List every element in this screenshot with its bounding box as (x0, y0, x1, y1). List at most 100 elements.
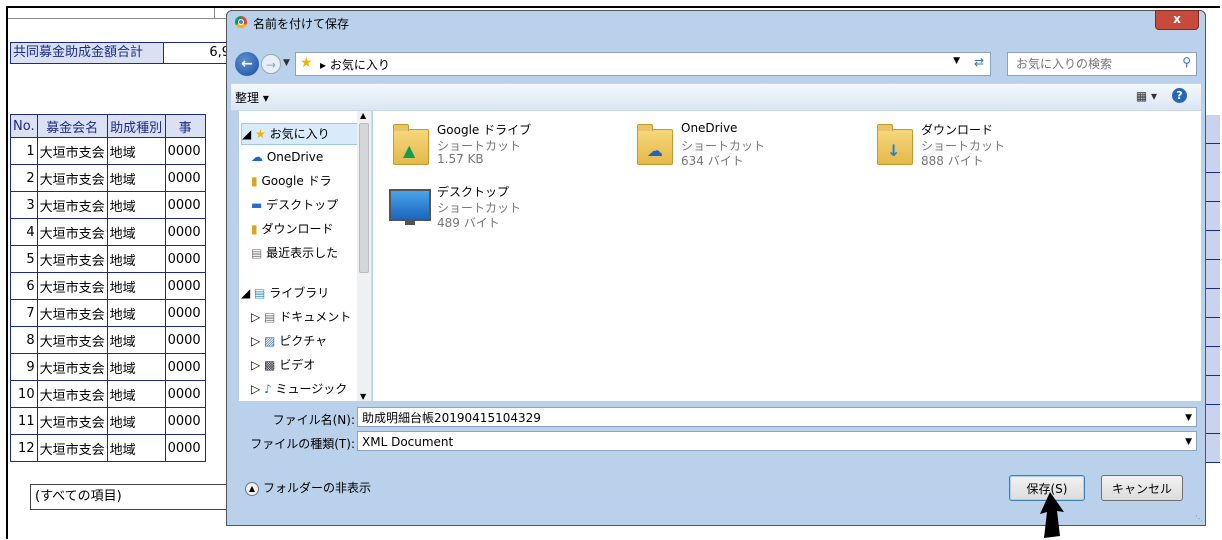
row-code: 0000 (164, 353, 206, 381)
row-code: 0000 (164, 164, 206, 192)
save-as-dialog: 名前を付けて保存 x ← → ▼ ★ ▸ お気に入り ▼ ⇄ ⚲ 整理 ▾ ▦ … (226, 10, 1206, 526)
address-dropdown-icon[interactable]: ▼ (953, 56, 960, 66)
video-icon: ▩ (264, 358, 276, 372)
scroll-thumb[interactable] (359, 123, 369, 273)
row-no: 2 (10, 164, 38, 192)
filter-dropdown[interactable]: (すべての項目) (30, 484, 232, 510)
nav-downloads[interactable]: ▮ ダウンロード (251, 219, 333, 239)
table-row[interactable]: 11 大垣市支会 地域 0000 (10, 407, 206, 435)
google-drive-folder-icon: ▲ (389, 123, 429, 167)
row-code: 0000 (164, 299, 206, 327)
nav-videos[interactable]: ▷ ▩ ビデオ (251, 355, 315, 375)
col-name[interactable]: 募金会名 (36, 114, 108, 138)
history-dropdown-icon[interactable]: ▼ (283, 58, 290, 68)
nav-onedrive[interactable]: ☁ OneDrive (251, 147, 323, 167)
chevron-down-icon[interactable]: ▼ (1185, 408, 1192, 428)
file-size: 634 バイト (681, 154, 744, 168)
table-row[interactable]: 6 大垣市支会 地域 0000 (10, 272, 206, 300)
nav-documents[interactable]: ▷ ▤ ドキュメント (251, 307, 351, 327)
address-bar[interactable]: ★ ▸ お気に入り ▼ ⇄ (295, 52, 991, 76)
dialog-title: 名前を付けて保存 (253, 17, 350, 31)
cloud-icon: ☁ (251, 150, 263, 164)
search-icon[interactable]: ⚲ (1182, 55, 1191, 69)
table-row[interactable]: 2 大垣市支会 地域 0000 (10, 164, 206, 192)
refresh-icon[interactable]: ⇄ (974, 55, 984, 69)
scroll-down-icon[interactable]: ▼ (360, 392, 366, 401)
row-name: 大垣市支会 (36, 380, 108, 408)
row-name: 大垣市支会 (36, 191, 108, 219)
nav-favorites[interactable]: ◢ ★ お気に入り (241, 123, 361, 145)
view-options-icon[interactable]: ▦ ▾ (1136, 89, 1157, 103)
file-item[interactable]: ▲ Google ドライブ ショートカット 1.57 KB (389, 121, 609, 173)
table-row[interactable]: 7 大垣市支会 地域 0000 (10, 299, 206, 327)
organize-menu[interactable]: 整理 ▾ (235, 89, 269, 106)
row-type: 地域 (106, 218, 166, 246)
row-no: 4 (10, 218, 38, 246)
nav-desktop[interactable]: ▬ デスクトップ (251, 195, 338, 215)
col-code[interactable]: 事 (164, 114, 206, 138)
scroll-up-icon[interactable]: ▲ (360, 111, 366, 120)
filetype-select[interactable]: XML Document ▼ (357, 431, 1197, 451)
table-row[interactable]: 4 大垣市支会 地域 0000 (10, 218, 206, 246)
help-icon[interactable]: ? (1172, 88, 1187, 103)
nav-google-drive[interactable]: ▮ Google ドラ (251, 171, 332, 191)
nav-label: ドキュメント (279, 310, 352, 324)
row-no: 9 (10, 353, 38, 381)
back-arrow-icon[interactable]: ← (235, 52, 259, 76)
file-name: Google ドライブ (437, 123, 532, 137)
chevron-down-icon[interactable]: ▼ (1185, 432, 1192, 452)
row-code: 0000 (164, 380, 206, 408)
nav-recent[interactable]: ▤ 最近表示した (251, 243, 338, 263)
file-item[interactable]: デスクトップ ショートカット 489 バイト (389, 183, 609, 235)
table-row[interactable]: 8 大垣市支会 地域 0000 (10, 326, 206, 354)
file-item[interactable]: ↓ ダウンロード ショートカット 888 バイト (873, 121, 1093, 173)
breadcrumb-favorites[interactable]: お気に入り (330, 58, 390, 72)
dialog-titlebar[interactable]: 名前を付けて保存 x (227, 10, 1205, 33)
cancel-button[interactable]: キャンセル (1101, 475, 1183, 501)
nav-music[interactable]: ▷ ♪ ミュージック (251, 379, 347, 399)
row-name: 大垣市支会 (36, 164, 108, 192)
row-type: 地域 (106, 353, 166, 381)
file-item[interactable]: ☁ OneDrive ショートカット 634 バイト (633, 121, 853, 173)
filename-label: ファイル名(N): (272, 413, 355, 427)
table-row[interactable]: 9 大垣市支会 地域 0000 (10, 353, 206, 381)
table-row[interactable]: 1 大垣市支会 地域 0000 (10, 137, 206, 165)
col-no[interactable]: No. (10, 114, 38, 138)
nav-label: デスクトップ (266, 198, 339, 212)
nav-label: ビデオ (279, 358, 316, 372)
grant-table: No. 募金会名 助成種別 事 1 大垣市支会 地域 0000 2 大垣市支会 地域 000… (10, 114, 206, 462)
nav-libraries[interactable]: ◢ ▤ ライブラリ (241, 283, 329, 303)
table-row[interactable]: 10 大垣市支会 地域 0000 (10, 380, 206, 408)
folder-icon: ▮ (251, 174, 258, 188)
row-no: 8 (10, 326, 38, 354)
download-folder-icon: ▮ (251, 222, 258, 236)
filetype-row: ファイルの種類(T): XML Document ▼ (233, 431, 1201, 453)
row-name: 大垣市支会 (36, 218, 108, 246)
row-name: 大垣市支会 (36, 245, 108, 273)
onedrive-folder-icon: ☁ (633, 123, 673, 167)
forward-arrow-icon[interactable]: → (261, 54, 281, 74)
search-box[interactable]: ⚲ (1007, 52, 1197, 76)
table-row[interactable]: 5 大垣市支会 地域 0000 (10, 245, 206, 273)
address-row: ← → ▼ ★ ▸ お気に入り ▼ ⇄ ⚲ (233, 51, 1199, 79)
row-code: 0000 (164, 245, 206, 273)
filename-input[interactable]: 助成明細台帳20190415104329 ▼ (357, 407, 1197, 427)
col-type[interactable]: 助成種別 (106, 114, 166, 138)
close-button[interactable]: x (1155, 10, 1199, 30)
breadcrumb[interactable]: ▸ お気に入り (320, 56, 390, 73)
file-name: ダウンロード (921, 123, 994, 137)
download-folder-icon: ↓ (873, 123, 913, 167)
hide-folders-toggle[interactable]: ▲ フォルダーの非表示 (245, 479, 371, 496)
resize-grip-icon[interactable]: ⋱ (1195, 514, 1203, 523)
table-row[interactable]: 12 大垣市支会 地域 0000 (10, 434, 206, 462)
nav-pictures[interactable]: ▷ ▨ ピクチャ (251, 331, 327, 351)
row-code: 0000 (164, 218, 206, 246)
row-code: 0000 (164, 137, 206, 165)
nav-scrollbar[interactable]: ▲ ▼ (357, 111, 371, 401)
row-no: 1 (10, 137, 38, 165)
desktop-icon (389, 185, 431, 229)
table-row[interactable]: 3 大垣市支会 地域 0000 (10, 191, 206, 219)
filetype-label: ファイルの種類(T): (250, 437, 355, 451)
search-input[interactable] (1014, 55, 1168, 73)
nav-label: ピクチャ (279, 334, 328, 348)
